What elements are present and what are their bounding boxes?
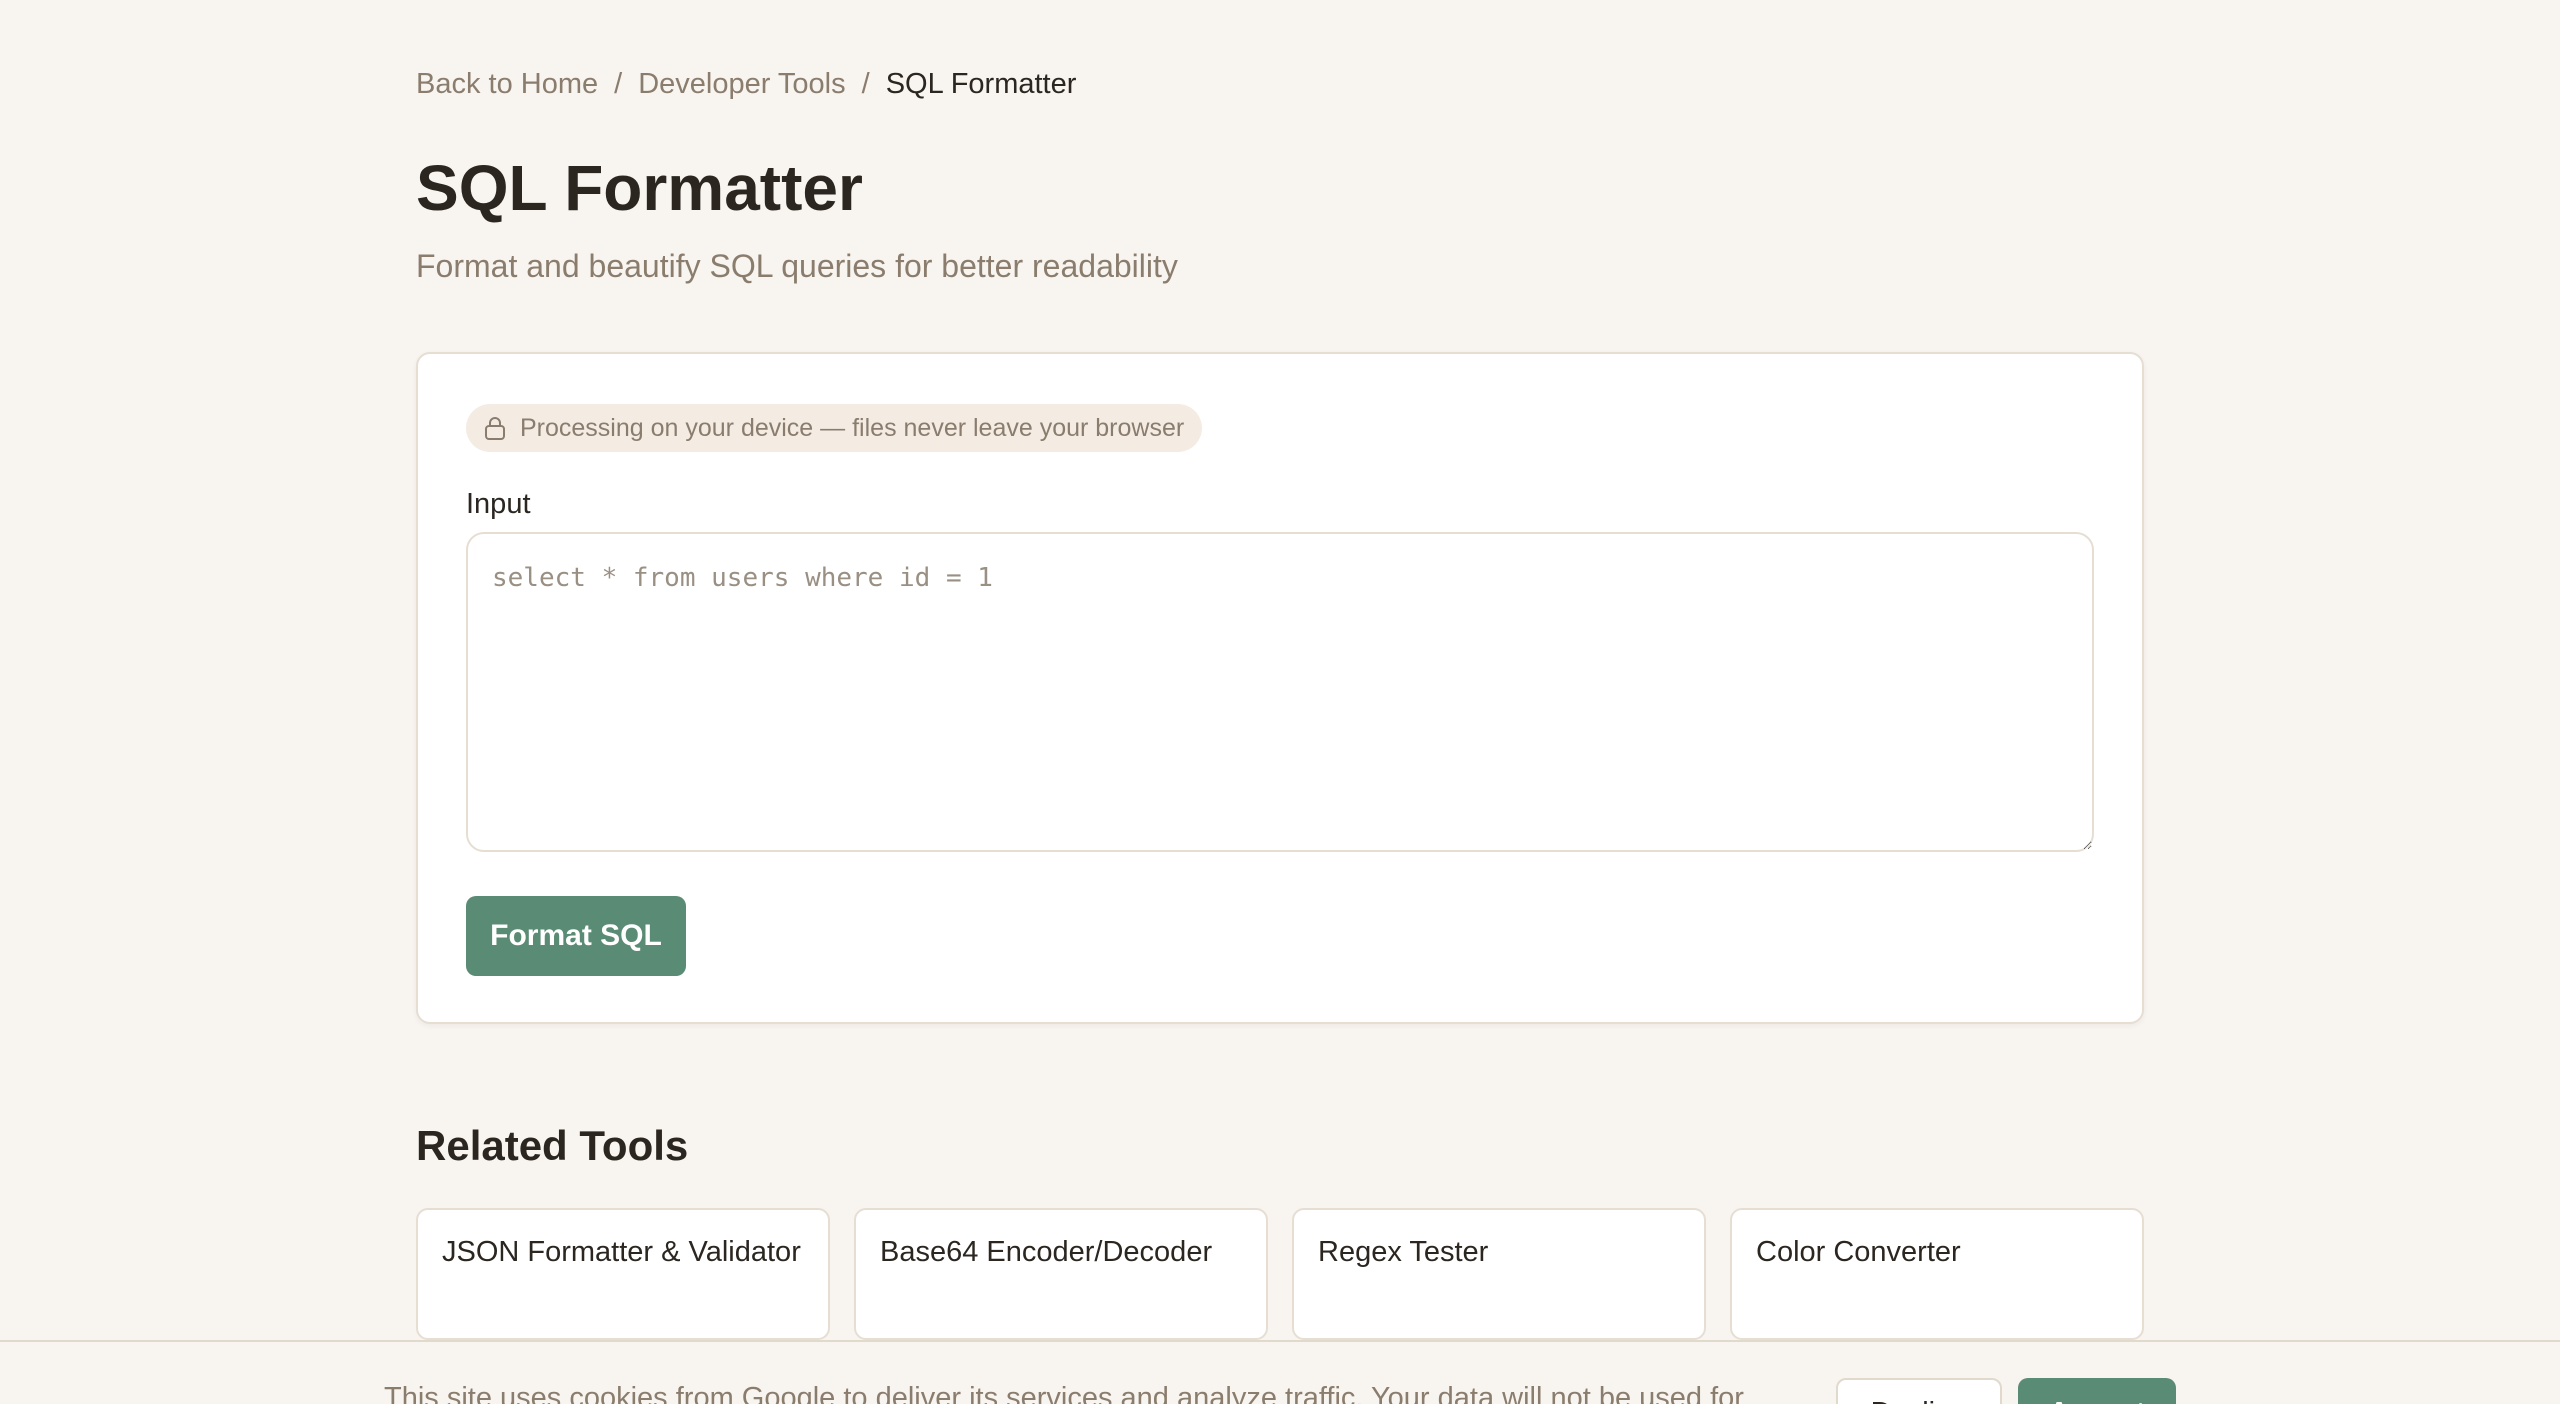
breadcrumb-separator: /: [614, 68, 623, 100]
input-label: Input: [466, 488, 531, 520]
breadcrumb-category-link[interactable]: Developer Tools: [638, 64, 845, 104]
page-subtitle: Format and beautify SQL queries for bett…: [416, 248, 1178, 284]
breadcrumb: Back to Home / Developer Tools / SQL For…: [416, 64, 1076, 104]
related-tool-card[interactable]: JSON Formatter & Validator: [416, 1208, 830, 1340]
breadcrumb-home-link[interactable]: Back to Home: [416, 64, 598, 104]
related-tools-grid: JSON Formatter & Validator Base64 Encode…: [416, 1208, 2144, 1340]
related-tool-card[interactable]: Base64 Encoder/Decoder: [854, 1208, 1268, 1340]
cookie-banner-text: This site uses cookies from Google to de…: [384, 1382, 1744, 1404]
accept-cookies-button[interactable]: Accept: [2018, 1378, 2176, 1404]
related-tools-heading: Related Tools: [416, 1122, 689, 1169]
page-title: SQL Formatter: [416, 152, 863, 224]
breadcrumb-current: SQL Formatter: [885, 68, 1077, 100]
related-tool-card[interactable]: Regex Tester: [1292, 1208, 1706, 1340]
sql-input[interactable]: [466, 532, 2094, 852]
decline-cookies-button[interactable]: Decline: [1836, 1378, 2002, 1404]
format-sql-button[interactable]: Format SQL: [466, 896, 686, 976]
formatter-card: Processing on your device — files never …: [416, 352, 2144, 1024]
cookie-banner: This site uses cookies from Google to de…: [0, 1340, 2560, 1404]
lock-icon: [484, 416, 506, 440]
privacy-badge: Processing on your device — files never …: [466, 404, 1203, 452]
privacy-badge-text: Processing on your device — files never …: [520, 413, 1185, 442]
related-tool-card[interactable]: Color Converter: [1730, 1208, 2144, 1340]
breadcrumb-separator: /: [861, 68, 870, 100]
